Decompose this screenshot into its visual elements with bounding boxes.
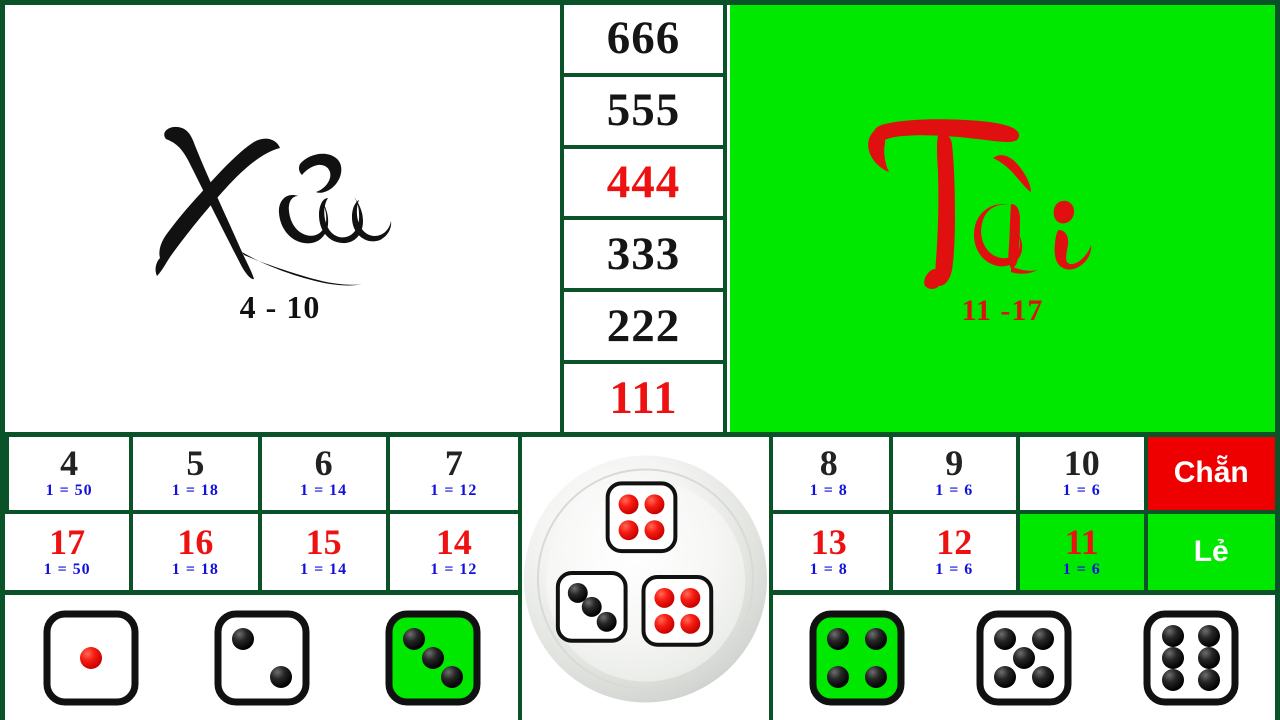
bet-odds: 1 = 12: [430, 482, 478, 500]
bet-cell-7[interactable]: 7 1 = 12: [389, 437, 518, 514]
triple-cell[interactable]: 111: [564, 364, 723, 432]
bet-cell-5[interactable]: 5 1 = 18: [133, 437, 262, 514]
triple-cell[interactable]: 333: [564, 220, 723, 293]
bet-odds: 1 = 50: [45, 482, 93, 500]
die-button-2[interactable]: [212, 608, 312, 708]
bet-odds: 1 = 14: [300, 560, 348, 578]
bet-number: 14: [435, 521, 472, 562]
die-one-icon: [43, 610, 138, 705]
triple-cell[interactable]: 444: [564, 148, 723, 221]
bet-odds: 1 = 6: [1062, 560, 1101, 578]
bet-odds: 1 = 8: [809, 560, 848, 578]
triple-label: 111: [609, 371, 678, 424]
top-section: 4 - 10 666 555 444 333 222 111 11 -17: [5, 5, 1275, 432]
bet-cell-12[interactable]: 12 1 = 6: [892, 513, 1020, 590]
bet-odds: 1 = 18: [171, 560, 219, 578]
bet-number: 12: [936, 521, 973, 562]
die-three-icon: [385, 610, 480, 705]
bet-odds: 1 = 6: [935, 560, 974, 578]
bet-grid-right: 8 1 = 8 9 1 = 6 10 1 = 6 Chẵn 13 1 = 8 1…: [765, 437, 1275, 590]
odd-label: Lẻ: [1193, 534, 1229, 568]
triples-column: 666 555 444 333 222 111: [560, 5, 727, 432]
bet-number: 13: [810, 521, 847, 562]
dice-bowl: [523, 455, 768, 703]
triple-label: 555: [606, 84, 681, 137]
bet-number: 6: [314, 443, 333, 484]
bet-odds: 1 = 8: [809, 482, 848, 500]
bowl-die-top: [605, 481, 678, 554]
tai-range-label: 11 -17: [961, 293, 1044, 327]
bet-number: 4: [60, 443, 79, 484]
xiu-range-label: 4 - 10: [239, 288, 321, 325]
die-button-6[interactable]: [1141, 608, 1241, 708]
triple-cell[interactable]: 222: [564, 292, 723, 365]
bet-cell-15[interactable]: 15 1 = 14: [261, 513, 390, 590]
bet-cell-9[interactable]: 9 1 = 6: [892, 437, 1020, 514]
bet-cell-odd[interactable]: Lẻ: [1147, 513, 1275, 590]
even-label: Chẵn: [1173, 456, 1249, 490]
triple-label: 666: [606, 12, 681, 65]
die-button-5[interactable]: [974, 608, 1074, 708]
bet-cell-17[interactable]: 17 1 = 50: [5, 513, 134, 590]
dice-buttons-left: [5, 590, 518, 720]
bet-number: 15: [305, 521, 342, 562]
bet-cell-16[interactable]: 16 1 = 18: [133, 513, 262, 590]
die-button-3[interactable]: [383, 608, 483, 708]
triple-label: 333: [606, 227, 681, 280]
bet-odds: 1 = 6: [935, 482, 974, 500]
die-button-4[interactable]: [807, 608, 907, 708]
die-six-icon: [1143, 610, 1239, 705]
bet-odds: 1 = 50: [43, 560, 91, 578]
tai-calligraphy-icon: [867, 118, 1091, 289]
tai-bet-panel[interactable]: 11 -17: [730, 5, 1275, 432]
bet-number: 9: [945, 443, 964, 484]
bet-number: 11: [1064, 521, 1099, 562]
bet-number: 10: [1063, 443, 1100, 484]
tai-xiu-board: 4 - 10 666 555 444 333 222 111 11 -17 4 …: [0, 0, 1280, 720]
bowl-die-bottom-left: [555, 571, 628, 643]
bet-cell-10[interactable]: 10 1 = 6: [1020, 437, 1148, 514]
bet-grid-left: 4 1 = 50 5 1 = 18 6 1 = 14 7 1 = 12 17 1…: [5, 437, 518, 590]
bet-number: 5: [186, 443, 205, 484]
bet-odds: 1 = 12: [430, 560, 478, 578]
die-two-icon: [214, 610, 309, 705]
bet-odds: 1 = 6: [1062, 482, 1101, 500]
bet-cell-14[interactable]: 14 1 = 12: [389, 513, 518, 590]
xiu-calligraphy-icon: [155, 126, 392, 285]
xiu-bet-panel[interactable]: 4 - 10: [5, 5, 555, 432]
bet-number: 16: [177, 521, 214, 562]
dice-bowl-container: [518, 437, 773, 720]
dice-buttons-right: [773, 590, 1275, 720]
die-five-icon: [976, 610, 1072, 705]
bet-odds: 1 = 14: [300, 482, 348, 500]
triple-label: 444: [606, 156, 681, 209]
die-button-1[interactable]: [41, 608, 141, 708]
bet-cell-even[interactable]: Chẵn: [1147, 437, 1275, 514]
bet-number: 17: [49, 521, 86, 562]
bet-odds: 1 = 18: [171, 482, 219, 500]
die-four-icon: [809, 610, 905, 705]
bet-number: 7: [444, 443, 463, 484]
bet-cell-4[interactable]: 4 1 = 50: [5, 437, 134, 514]
bet-cell-11[interactable]: 11 1 = 6: [1020, 513, 1148, 590]
bet-cell-8[interactable]: 8 1 = 8: [765, 437, 893, 514]
bet-number: 8: [819, 443, 838, 484]
bowl-die-bottom-right: [641, 575, 714, 647]
triple-cell[interactable]: 555: [564, 76, 723, 149]
bet-cell-13[interactable]: 13 1 = 8: [765, 513, 893, 590]
triple-cell[interactable]: 666: [564, 5, 723, 77]
triple-label: 222: [606, 299, 681, 352]
bet-cell-6[interactable]: 6 1 = 14: [261, 437, 390, 514]
